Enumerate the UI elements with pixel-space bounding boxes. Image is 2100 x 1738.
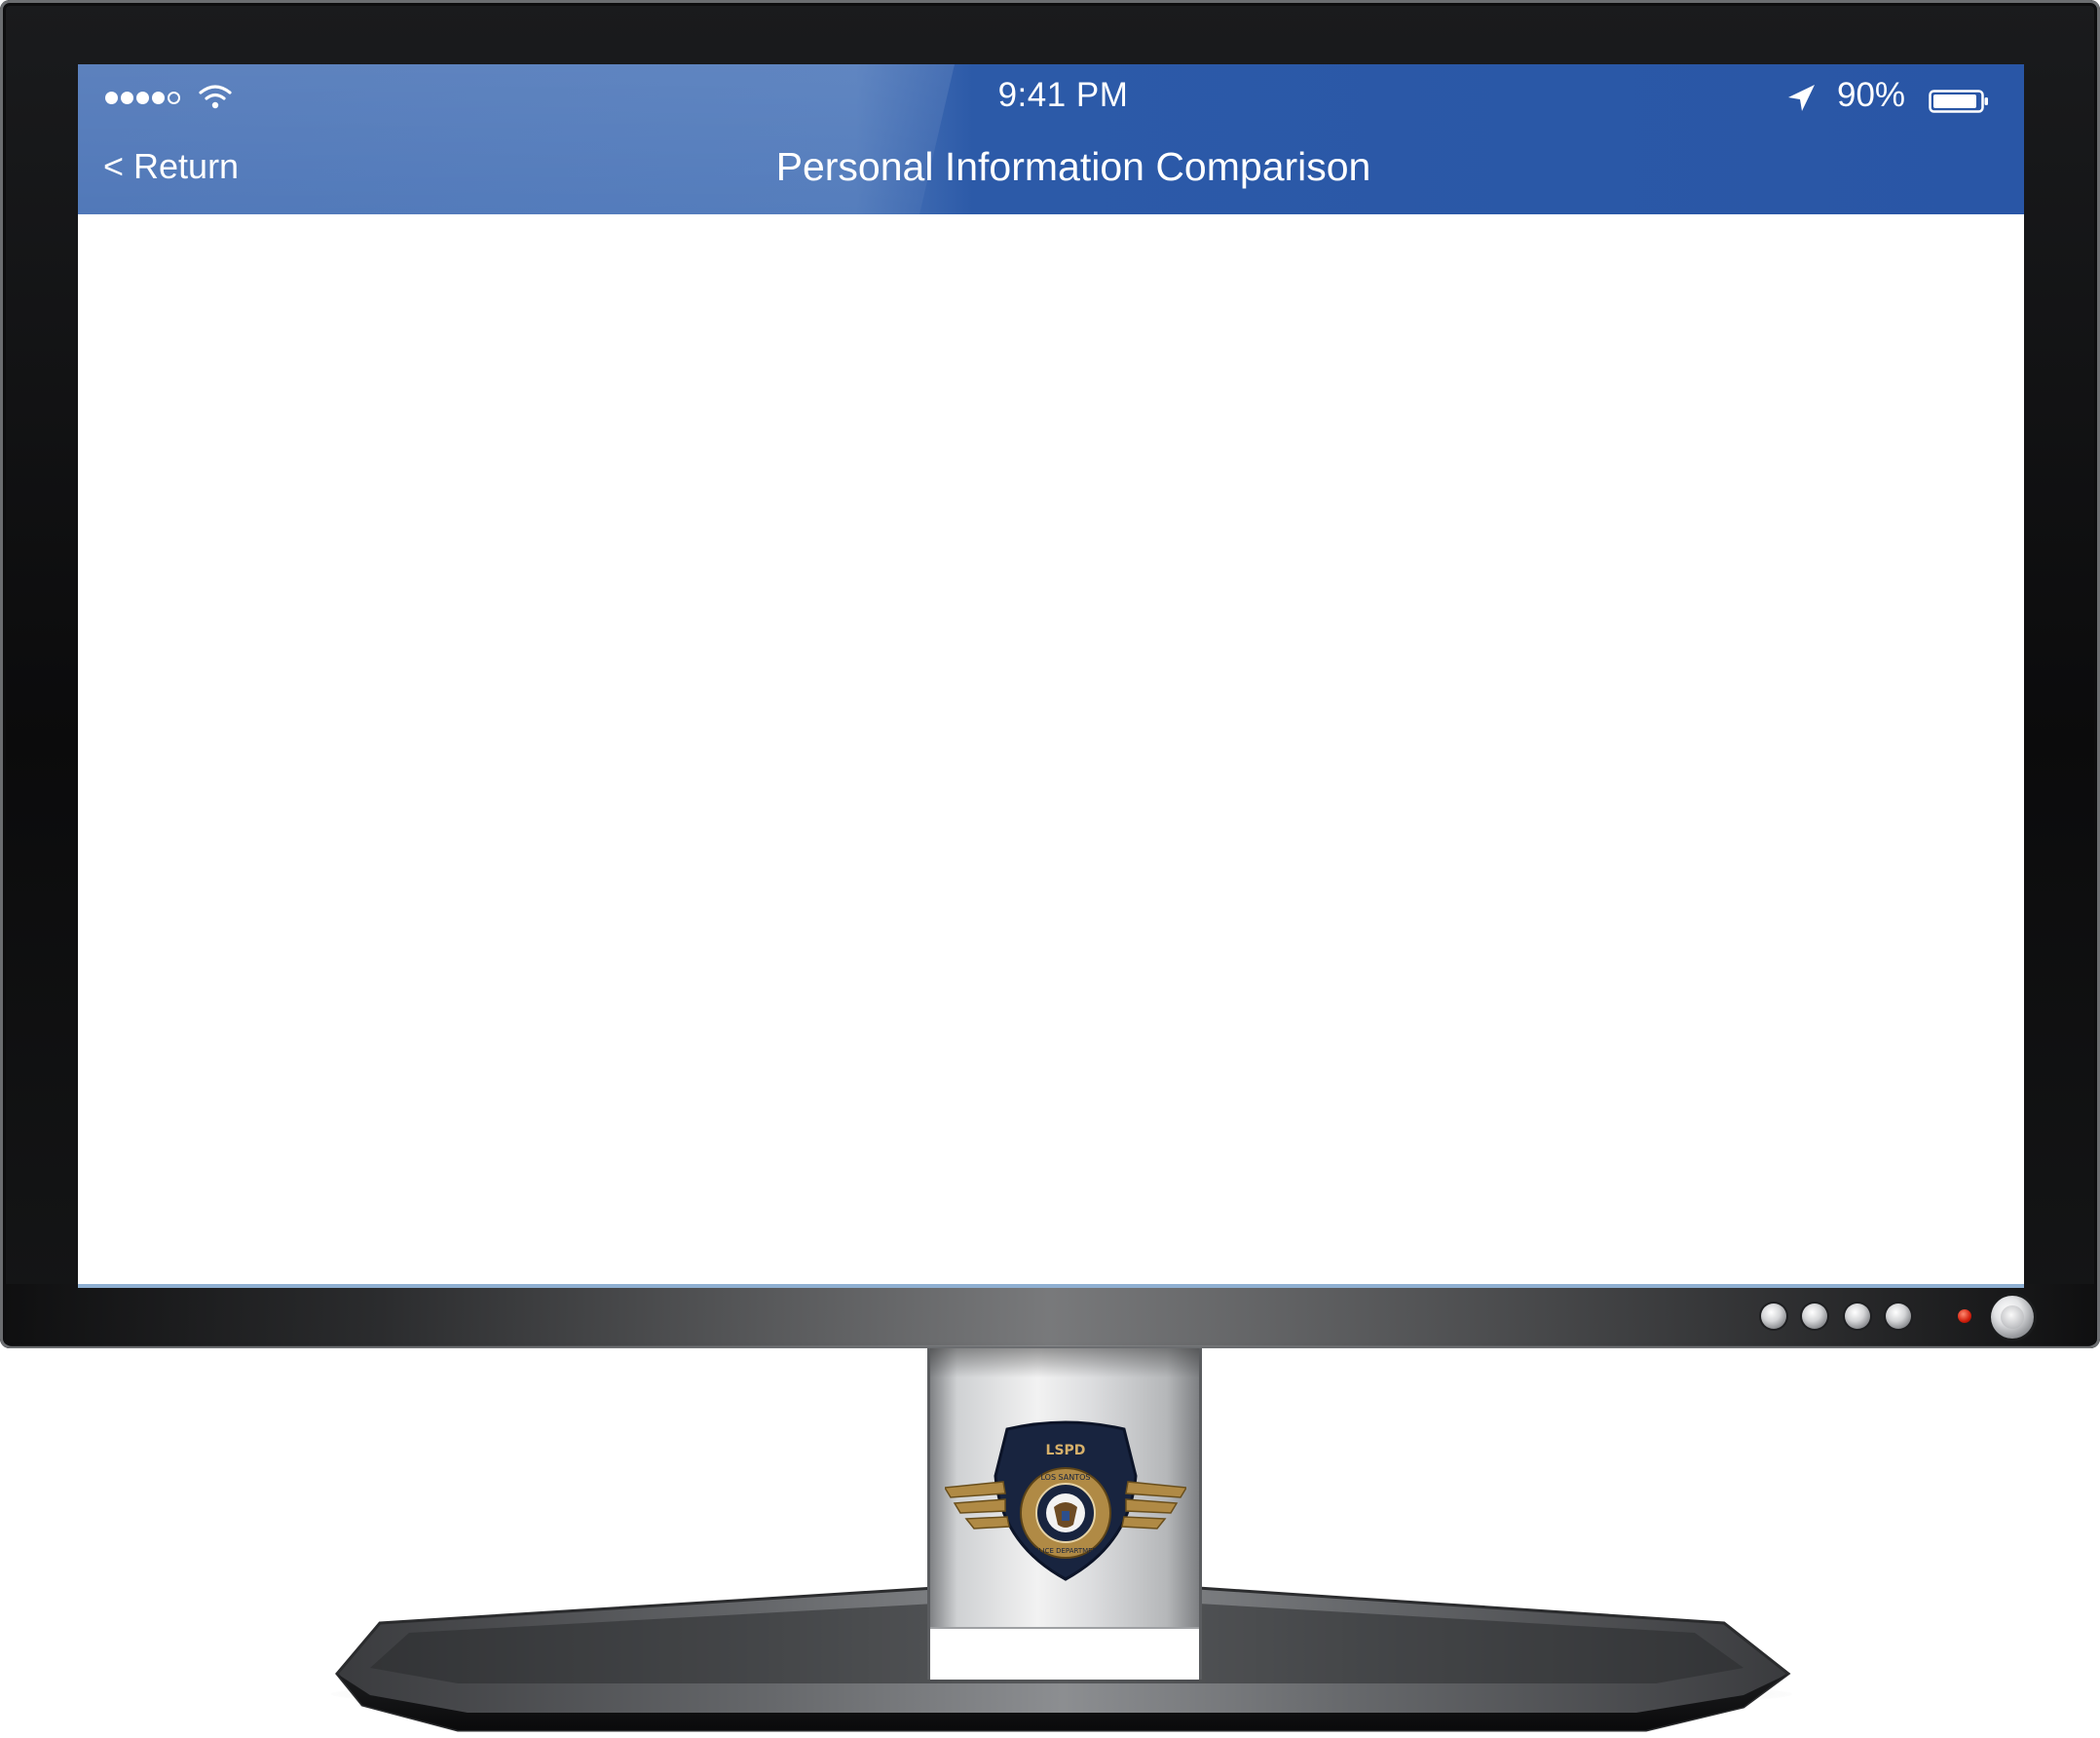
monitor-up-button[interactable] [1845, 1304, 1870, 1329]
battery-percent: 90% [1837, 76, 1906, 114]
monitor-bezel: 9:41 PM 90% < Return Personal Informatio… [0, 0, 2100, 1348]
lspd-badge-logo: LSPD LOS SANTOS POLICE DEPARTMENT [945, 1420, 1186, 1581]
app-screen: 9:41 PM 90% < Return Personal Informatio… [78, 64, 2024, 1288]
power-led-icon [1958, 1309, 1971, 1323]
comparison-content-area [78, 214, 2024, 1284]
monitor-frame: LSPD LOS SANTOS POLICE DEPARTMENT 9:41 P… [0, 0, 2100, 1738]
status-bar: 9:41 PM 90% [78, 64, 2024, 134]
monitor-input-button[interactable] [1886, 1304, 1911, 1329]
svg-text:POLICE DEPARTMENT: POLICE DEPARTMENT [1030, 1547, 1103, 1555]
svg-text:LOS SANTOS: LOS SANTOS [1040, 1473, 1090, 1482]
monitor-down-button[interactable] [1802, 1304, 1827, 1329]
monitor-power-button[interactable] [1991, 1296, 2034, 1339]
navigation-bar: 9:41 PM 90% < Return Personal Informatio… [78, 64, 2024, 214]
monitor-menu-button[interactable] [1761, 1304, 1786, 1329]
page-title: Personal Information Comparison [775, 144, 1371, 189]
status-time: 9:41 PM [997, 76, 1129, 114]
battery-icon [1929, 90, 1988, 113]
svg-text:LSPD: LSPD [1046, 1443, 1086, 1458]
neck-bottom [930, 1627, 1199, 1680]
location-arrow-icon [1788, 85, 1815, 111]
